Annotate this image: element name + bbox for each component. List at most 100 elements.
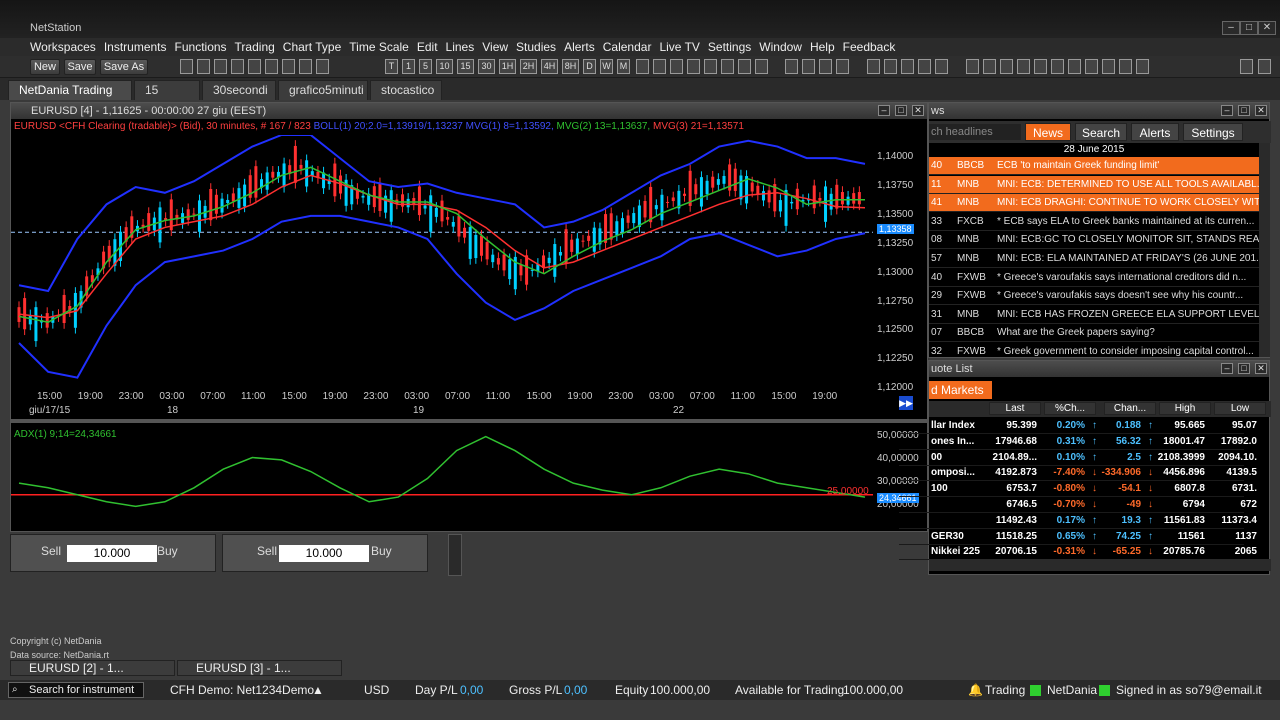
menu-item[interactable]: Help (810, 38, 843, 56)
toolbar-tool-icon[interactable] (231, 59, 244, 74)
toolbar-tool-icon[interactable] (316, 59, 329, 74)
buy-button[interactable]: Buy (157, 544, 178, 558)
menu-item[interactable]: Feedback (843, 38, 904, 56)
quotes-hscrollbar[interactable] (929, 559, 1271, 571)
quote-row[interactable]: 11492.43 0.17% ↑ 19.3 ↑ 11561.83 11373.4 (899, 513, 1257, 529)
toolbar-drawing-icon[interactable] (704, 59, 717, 74)
menu-item[interactable]: Edit (417, 38, 446, 56)
news-row[interactable]: 40 BBCB ECB 'to maintain Greek funding lim… (929, 157, 1269, 175)
instrument-search[interactable]: Search for instrument (8, 682, 144, 698)
toolbar-study-icon[interactable] (1017, 59, 1030, 74)
menu-item[interactable]: Live TV (659, 38, 707, 56)
toolbar-drawing-icon[interactable] (738, 59, 751, 74)
widget-scrollbar[interactable] (448, 534, 462, 576)
maximize-button[interactable]: □ (1240, 21, 1258, 35)
quotes-column-header[interactable]: %Ch... (1044, 402, 1096, 415)
quote-row[interactable]: llar Index 95.399 0.20% ↑ 0.188 ↑ 95.665 95.07 (899, 418, 1257, 434)
quote-row[interactable]: Nikkei 225 20706.15 -0.31% ↓ -65.25 ↓ 20785.76… (899, 544, 1257, 561)
sell-button[interactable]: Sell (257, 544, 277, 558)
news-row[interactable]: 41 MNB MNI: ECB DRAGHI: CONTINUE TO WORK C… (929, 194, 1269, 213)
toolbar-tool-icon[interactable] (265, 59, 278, 74)
menu-item[interactable]: Functions (175, 38, 235, 56)
menu-item[interactable]: Alerts (564, 38, 603, 56)
quotes-close-icon[interactable]: ✕ (1255, 363, 1267, 374)
menu-item[interactable]: Studies (516, 38, 564, 56)
toolbar-tool-icon[interactable] (180, 59, 193, 74)
toolbar-tool-icon[interactable] (299, 59, 312, 74)
toolbar-drawing-icon[interactable] (653, 59, 666, 74)
close-button[interactable]: ✕ (1258, 21, 1276, 35)
sell-button[interactable]: Sell (41, 544, 61, 558)
tab-4[interactable]: stocastico (370, 80, 442, 100)
bell-icon[interactable]: 🔔 (968, 683, 983, 697)
toolbar-drawing-icon[interactable] (721, 59, 734, 74)
toolbar-study-icon[interactable] (867, 59, 880, 74)
toolbar-study-icon[interactable] (935, 59, 948, 74)
toolbar-study-icon[interactable] (836, 59, 849, 74)
pane-splitter[interactable] (11, 419, 927, 423)
quote-row[interactable]: ones In... 17946.68 0.31% ↑ 56.32 ↑ 18001.47 17… (899, 434, 1257, 450)
news-close-icon[interactable]: ✕ (1255, 105, 1267, 116)
menu-item[interactable]: Chart Type (283, 38, 349, 56)
news-maximize-icon[interactable]: □ (1238, 105, 1250, 116)
toolbar-study-icon[interactable] (1136, 59, 1149, 74)
save-as-button[interactable]: Save As (100, 59, 148, 75)
chart-minimize-icon[interactable]: – (878, 105, 890, 116)
quotes-tab[interactable]: d Markets (929, 381, 992, 399)
news-minimize-icon[interactable]: – (1221, 105, 1233, 116)
menu-item[interactable]: Trading (235, 38, 283, 56)
news-row[interactable]: 32 FXWB * Greek government to consider imp… (929, 343, 1269, 361)
toolbar-study-icon[interactable] (819, 59, 832, 74)
toolbar-tool-icon[interactable] (248, 59, 261, 74)
news-row[interactable]: 57 MNB MNI: ECB: ELA MAINTAINED AT FRIDAY'… (929, 250, 1269, 268)
price-chart[interactable] (11, 135, 873, 395)
quotes-column-header[interactable]: Low (1214, 402, 1266, 415)
toolbar-study-icon[interactable] (1068, 59, 1081, 74)
timeframe-button[interactable]: W (600, 59, 613, 74)
layout-icon[interactable] (1240, 59, 1253, 74)
toolbar-drawing-icon[interactable] (687, 59, 700, 74)
menu-item[interactable]: Instruments (104, 38, 175, 56)
toolbar-study-icon[interactable] (1119, 59, 1132, 74)
chart-maximize-icon[interactable]: □ (895, 105, 907, 116)
detach-icon[interactable] (1258, 59, 1271, 74)
tab-2[interactable]: 30secondi (202, 80, 276, 100)
menu-item[interactable]: Window (759, 38, 810, 56)
timeframe-button[interactable]: 15 (457, 59, 474, 74)
quotes-maximize-icon[interactable]: □ (1238, 363, 1250, 374)
menu-item[interactable]: Workspaces (30, 38, 104, 56)
toolbar-study-icon[interactable] (802, 59, 815, 74)
news-row[interactable]: 33 FXCB * ECB says ELA to Greek banks main… (929, 213, 1269, 231)
menu-item[interactable]: Calendar (603, 38, 660, 56)
toolbar-tool-icon[interactable] (282, 59, 295, 74)
news-scrollbar[interactable] (1259, 143, 1270, 357)
account-chevron-icon[interactable]: ▲ (312, 683, 324, 697)
toolbar-study-icon[interactable] (1051, 59, 1064, 74)
toolbar-study-icon[interactable] (884, 59, 897, 74)
toolbar-study-icon[interactable] (918, 59, 931, 74)
toolbar-study-icon[interactable] (901, 59, 914, 74)
news-row[interactable]: 40 FXWB * Greece's varoufakis says interna… (929, 269, 1269, 287)
quotes-column-header[interactable]: High (1159, 402, 1211, 415)
toolbar-study-icon[interactable] (785, 59, 798, 74)
news-row[interactable]: 29 FXWB * Greece's varoufakis says doesn't… (929, 287, 1269, 306)
news-row[interactable]: 08 MNB MNI: ECB:GC TO CLOSELY MONITOR SIT,… (929, 231, 1269, 250)
timeframe-button[interactable]: 5 (419, 59, 432, 74)
buy-button[interactable]: Buy (371, 544, 392, 558)
minimized-chart-1[interactable]: EURUSD [2] - 1... (10, 660, 175, 676)
quote-row[interactable]: 6746.5 -0.70% ↓ -49 ↓ 6794 672 (899, 497, 1257, 513)
timeframe-button[interactable]: T (385, 59, 398, 74)
news-tab-3[interactable]: Settings (1183, 123, 1243, 141)
timeframe-button[interactable]: 1 (402, 59, 415, 74)
toolbar-drawing-icon[interactable] (670, 59, 683, 74)
amount-input[interactable]: 10.000 (279, 545, 369, 562)
quote-row[interactable]: omposi... 4192.873 -7.40% ↓ -334.906 ↓ 4456.89… (899, 465, 1257, 482)
toolbar-study-icon[interactable] (966, 59, 979, 74)
news-search-input[interactable]: ch headlines (929, 124, 1021, 140)
quotes-minimize-icon[interactable]: – (1221, 363, 1233, 374)
chart-close-icon[interactable]: ✕ (912, 105, 924, 116)
toolbar-tool-icon[interactable] (214, 59, 227, 74)
amount-input[interactable]: 10.000 (67, 545, 157, 562)
quote-row[interactable]: GER30 11518.25 0.65% ↑ 74.25 ↑ 11561 1137 (899, 529, 1257, 545)
timeframe-button[interactable]: 8H (562, 59, 579, 74)
